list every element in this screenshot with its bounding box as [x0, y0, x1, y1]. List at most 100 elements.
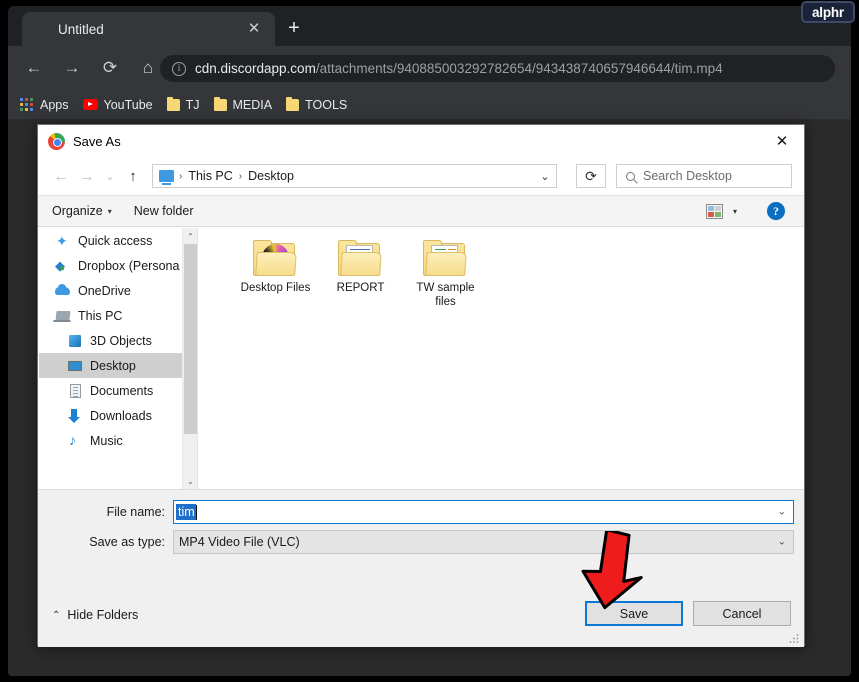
cancel-button[interactable]: Cancel	[693, 601, 791, 626]
file-name-label: REPORT	[321, 281, 401, 295]
sidebar-item-desktop[interactable]: Desktop	[39, 353, 182, 378]
alphr-watermark: alphr	[801, 1, 855, 23]
search-input[interactable]: Search Desktop	[616, 164, 792, 188]
desktop-icon	[67, 358, 84, 374]
computer-icon	[159, 170, 174, 182]
sidebar-scrollbar[interactable]: ⌃ ⌄	[182, 228, 197, 489]
bookmark-media[interactable]: MEDIA	[214, 98, 273, 112]
url-text: cdn.discordapp.com/attachments/940885003…	[195, 61, 723, 76]
sidebar-item-label: Music	[90, 434, 123, 448]
breadcrumb-item-desktop[interactable]: Desktop	[248, 169, 294, 183]
tab-untitled[interactable]: Untitled ✕	[22, 12, 275, 46]
navigation-sidebar: ✦ Quick access ◆● Dropbox (Persona OneDr…	[39, 228, 182, 489]
dropbox-icon: ◆●	[55, 258, 72, 274]
save-button[interactable]: Save	[585, 601, 683, 626]
address-bar[interactable]: i cdn.discordapp.com/attachments/9408850…	[160, 55, 835, 82]
list-item[interactable]: REPORT	[319, 238, 402, 309]
resize-grip[interactable]	[789, 633, 800, 644]
sidebar-item-this-pc[interactable]: This PC	[39, 303, 182, 328]
bookmarks-bar: Apps YouTube TJ MEDIA TOOLS	[8, 90, 851, 120]
url-host: cdn.discordapp.com	[195, 61, 316, 76]
dialog-command-bar: Organize ▾ New folder ▾ ?	[38, 195, 804, 227]
up-one-level-icon[interactable]: ↑	[120, 163, 146, 189]
sidebar-item-label: Dropbox (Persona	[78, 259, 179, 273]
youtube-icon	[83, 99, 98, 110]
dialog-back-icon[interactable]: ←	[48, 163, 74, 189]
sidebar-item-onedrive[interactable]: OneDrive	[39, 278, 182, 303]
sidebar-item-label: Quick access	[78, 234, 152, 248]
organize-button[interactable]: Organize	[52, 204, 103, 218]
file-name-row: File name: tim ⌄	[38, 500, 804, 524]
scrollbar-thumb[interactable]	[184, 244, 197, 434]
sidebar-item-music[interactable]: ♪ Music	[39, 428, 182, 453]
folder-icon	[423, 238, 469, 276]
refresh-button[interactable]: ⟳	[576, 164, 606, 188]
change-view-icon[interactable]	[706, 204, 723, 219]
chevron-down-icon[interactable]: ⌄	[778, 537, 786, 548]
file-name-label: Desktop Files	[236, 281, 316, 295]
bookmark-tj[interactable]: TJ	[167, 98, 200, 112]
star-icon: ✦	[55, 233, 72, 249]
sidebar-item-label: Documents	[90, 384, 153, 398]
document-icon	[67, 383, 84, 399]
new-tab-button[interactable]: +	[283, 18, 305, 40]
tab-title: Untitled	[58, 22, 104, 37]
save-type-row: Save as type: MP4 Video File (VLC) ⌄	[38, 530, 804, 554]
breadcrumb[interactable]: › This PC › Desktop ⌄	[152, 164, 557, 188]
chevron-down-icon[interactable]: ⌄	[534, 165, 556, 187]
scroll-up-icon[interactable]: ⌃	[183, 228, 198, 244]
save-as-type-select[interactable]: MP4 Video File (VLC) ⌄	[173, 530, 794, 554]
chrome-logo-icon	[48, 133, 65, 150]
chevron-down-icon[interactable]: ▾	[108, 207, 112, 216]
site-info-icon[interactable]: i	[172, 62, 186, 76]
save-as-type-label: Save as type:	[38, 535, 173, 549]
list-item[interactable]: Desktop Files	[234, 238, 317, 309]
bookmark-youtube[interactable]: YouTube	[83, 98, 153, 112]
folder-icon	[286, 99, 299, 111]
scroll-down-icon[interactable]: ⌄	[183, 473, 198, 489]
text-caret	[196, 505, 197, 520]
hide-folders-label: Hide Folders	[67, 608, 138, 622]
close-icon[interactable]: ✕	[245, 20, 263, 38]
bookmark-apps[interactable]: Apps	[20, 98, 69, 112]
bookmark-label: TOOLS	[305, 98, 347, 112]
sidebar-item-downloads[interactable]: Downloads	[39, 403, 182, 428]
chevron-down-icon[interactable]: ▾	[733, 207, 737, 216]
sidebar-item-documents[interactable]: Documents	[39, 378, 182, 403]
sidebar-item-quick-access[interactable]: ✦ Quick access	[39, 228, 182, 253]
browser-toolbar: ← → ⟳ ⌂ i cdn.discordapp.com/attachments…	[8, 46, 851, 90]
tab-strip: Untitled ✕ +	[8, 6, 851, 46]
list-item[interactable]: TW sample files	[404, 238, 487, 309]
dialog-forward-icon[interactable]: →	[74, 163, 100, 189]
file-name-value: tim	[176, 504, 196, 520]
reload-icon[interactable]: ⟳	[96, 54, 124, 82]
new-folder-button[interactable]: New folder	[134, 204, 194, 218]
chevron-down-icon[interactable]: ⌄	[778, 507, 786, 518]
breadcrumb-item-this-pc[interactable]: This PC	[188, 169, 232, 183]
recent-locations-icon[interactable]: ⌄	[100, 163, 120, 189]
sidebar-item-3d-objects[interactable]: 3D Objects	[39, 328, 182, 353]
sidebar-item-label: Downloads	[90, 409, 152, 423]
file-name-label: TW sample files	[406, 281, 486, 309]
dialog-close-icon[interactable]: ✕	[760, 125, 804, 156]
url-path: /attachments/940885003292782654/94343874…	[316, 61, 723, 76]
bookmark-tools[interactable]: TOOLS	[286, 98, 347, 112]
search-placeholder: Search Desktop	[643, 169, 732, 183]
dialog-navigation-bar: ← → ⌄ ↑ › This PC › Desktop ⌄ ⟳ Search D…	[38, 157, 804, 195]
sidebar-item-label: 3D Objects	[90, 334, 152, 348]
forward-icon[interactable]: →	[58, 54, 86, 82]
sidebar-item-dropbox[interactable]: ◆● Dropbox (Persona	[39, 253, 182, 278]
file-name-input[interactable]: tim ⌄	[173, 500, 794, 524]
search-icon	[626, 172, 635, 181]
folder-icon	[214, 99, 227, 111]
bookmark-label: TJ	[186, 98, 200, 112]
save-as-type-value: MP4 Video File (VLC)	[179, 535, 300, 549]
home-icon[interactable]: ⌂	[134, 54, 162, 82]
folder-icon	[167, 99, 180, 111]
breadcrumb-separator: ›	[179, 171, 182, 182]
sidebar-item-label: OneDrive	[78, 284, 131, 298]
hide-folders-button[interactable]: ⌃ Hide Folders	[52, 608, 138, 622]
back-icon[interactable]: ←	[20, 54, 48, 82]
sidebar-item-label: Desktop	[90, 359, 136, 373]
help-icon[interactable]: ?	[767, 202, 785, 220]
